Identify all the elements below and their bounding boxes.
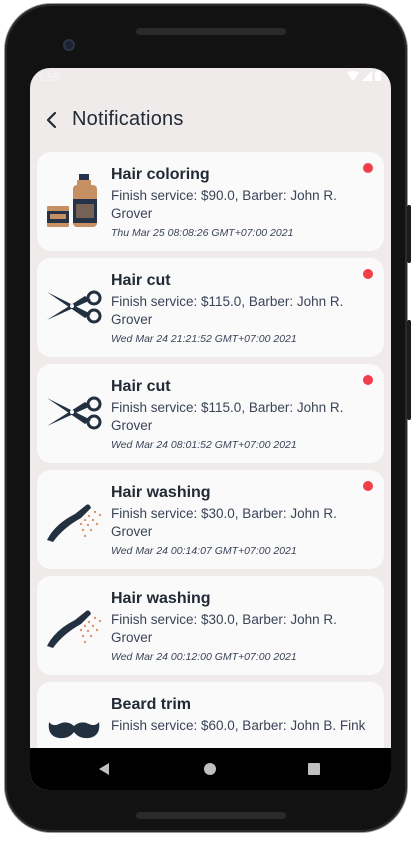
notification-date: Wed Mar 24 00:14:07 GMT+07:00 2021	[111, 545, 297, 557]
unread-dot	[363, 481, 373, 491]
notification-card[interactable]: Hair coloring Finish service: $90.0, Bar…	[37, 152, 384, 251]
system-nav-bar	[30, 748, 391, 790]
notification-title: Beard trim	[111, 696, 192, 713]
notification-title: Hair washing	[111, 484, 211, 501]
notification-card[interactable]: Hair cut Finish service: $115.0, Barber:…	[37, 364, 384, 463]
bottom-speaker	[136, 812, 286, 819]
notification-card[interactable]: Hair washing Finish service: $30.0, Barb…	[37, 470, 384, 569]
back-button[interactable]	[42, 108, 64, 132]
notification-body: Finish service: $30.0, Barber: John R. G…	[111, 506, 337, 539]
notification-date: Wed Mar 24 21:21:52 GMT+07:00 2021	[111, 333, 297, 345]
notification-card[interactable]: Hair washing Finish service: $30.0, Barb…	[37, 576, 384, 675]
wifi-icon	[347, 71, 359, 81]
notification-date: Thu Mar 25 08:08:26 GMT+07:00 2021	[111, 227, 294, 239]
unread-dot	[363, 269, 373, 279]
unread-dot	[363, 375, 373, 385]
status-bar: 1:59	[30, 68, 391, 90]
battery-icon	[375, 71, 381, 81]
notification-body: Finish service: $30.0, Barber: John R. G…	[111, 612, 337, 645]
nav-recents-button[interactable]	[308, 763, 320, 775]
nav-home-button[interactable]	[204, 763, 216, 775]
notification-card[interactable]: Beard trim Finish service: $60.0, Barber…	[37, 682, 384, 748]
front-camera	[63, 39, 75, 51]
notification-card[interactable]: Hair cut Finish service: $115.0, Barber:…	[37, 258, 384, 357]
notification-title: Hair cut	[111, 272, 171, 289]
nav-back-button[interactable]	[99, 763, 109, 775]
notification-body: Finish service: $115.0, Barber: John R. …	[111, 400, 344, 433]
app-bar: Notifications	[30, 90, 391, 152]
chevron-left-icon	[46, 111, 57, 129]
notification-title: Hair coloring	[111, 166, 210, 183]
notification-date: Wed Mar 24 00:12:00 GMT+07:00 2021	[111, 651, 297, 663]
status-icons	[347, 71, 381, 81]
signal-icon	[362, 71, 372, 81]
earpiece-speaker	[136, 28, 286, 35]
scissors-icon	[45, 272, 103, 334]
notification-list[interactable]: Hair coloring Finish service: $90.0, Bar…	[37, 152, 384, 748]
notification-title: Hair washing	[111, 590, 211, 607]
shower-head-icon	[45, 484, 103, 546]
phone-frame: 1:59 Notifications Hair coloring Finish …	[5, 4, 407, 832]
power-button	[407, 205, 411, 263]
shower-head-icon	[45, 590, 103, 652]
volume-button	[407, 320, 411, 420]
notification-body: Finish service: $60.0, Barber: John B. F…	[111, 718, 366, 733]
scissors-icon	[45, 378, 103, 440]
notification-body: Finish service: $115.0, Barber: John R. …	[111, 294, 344, 327]
notification-date: Wed Mar 24 08:01:52 GMT+07:00 2021	[111, 439, 297, 451]
mustache-icon	[45, 696, 103, 748]
status-time: 1:59	[38, 72, 60, 84]
hair-products-icon	[45, 166, 103, 228]
unread-dot	[363, 163, 373, 173]
page-title: Notifications	[72, 108, 184, 130]
notification-body: Finish service: $90.0, Barber: John R. G…	[111, 188, 337, 221]
notification-title: Hair cut	[111, 378, 171, 395]
app-screen: 1:59 Notifications Hair coloring Finish …	[30, 68, 391, 790]
